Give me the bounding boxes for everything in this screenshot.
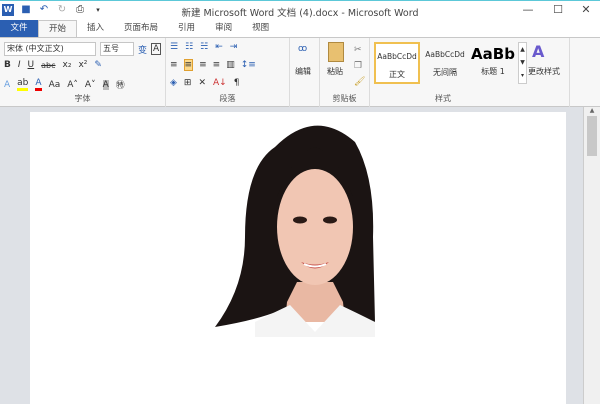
vertical-scrollbar[interactable]: ▲ <box>583 107 600 404</box>
shading-icon[interactable]: ◈ <box>170 78 177 88</box>
scroll-up-icon[interactable]: ▲ <box>584 107 600 114</box>
subscript-icon[interactable]: x₂ <box>63 60 72 70</box>
phonetic-guide-icon[interactable]: 变 <box>138 43 147 56</box>
minimize-button[interactable]: — <box>518 3 538 17</box>
document-area <box>0 107 600 412</box>
font-group: 宋体 (中文正文) 五号 变 A BIU abc x₂ x² ✎ A ab A A… <box>0 38 166 107</box>
sort-icon[interactable]: A↓ <box>213 78 227 88</box>
portrait-photo[interactable] <box>215 117 415 337</box>
bullets-icon[interactable]: ☰ <box>170 42 178 52</box>
tab-file[interactable]: 文件 <box>0 20 38 38</box>
font-size-select[interactable]: 五号 <box>100 42 134 56</box>
paste-button[interactable]: 粘贴 <box>327 66 343 77</box>
styles-group: AaBbCcDd 正文 AaBbCcDd 无间隔 AaBb 标题 1 ▲ ▼ ▾ A… <box>370 38 570 107</box>
document-page[interactable] <box>30 112 566 412</box>
style-no-spacing[interactable]: AaBbCcDd 无间隔 <box>422 42 468 84</box>
line-spacing-icon[interactable]: ↕≡ <box>241 60 256 70</box>
style-preview: AaBbCcDd <box>425 50 465 59</box>
italic-icon[interactable]: I <box>18 60 21 70</box>
align-center-icon[interactable]: ≡ <box>183 59 194 71</box>
clipboard-small-icons: ✂ ❐ 🖌 <box>354 42 365 90</box>
underline-icon[interactable]: U <box>28 60 35 70</box>
style-name: 正文 <box>389 70 405 79</box>
highlight-icon[interactable]: ab <box>17 78 29 91</box>
window-title: 新建 Microsoft Word 文档 (4).docx - Microsof… <box>181 8 419 19</box>
close-button[interactable]: ✕ <box>576 3 596 17</box>
find-icon: ꝏ <box>298 44 308 54</box>
text-effects-icon[interactable]: A <box>4 80 10 90</box>
grow-font-icon[interactable]: A˄ <box>67 80 78 90</box>
multilevel-list-icon[interactable]: ☵ <box>200 42 208 52</box>
editing-group[interactable]: ꝏ 编辑 <box>290 38 320 107</box>
ribbon: 宋体 (中文正文) 五号 变 A BIU abc x₂ x² ✎ A ab A A… <box>0 37 600 107</box>
chinese-layout-icon[interactable]: ✕ <box>198 78 206 88</box>
bold-icon[interactable]: B <box>4 60 11 70</box>
borders-icon[interactable]: ⊞ <box>184 78 192 88</box>
maximize-button[interactable]: ☐ <box>548 3 568 17</box>
tab-page-layout[interactable]: 页面布局 <box>114 20 168 38</box>
decrease-indent-icon[interactable]: ⇤ <box>215 42 223 52</box>
style-heading-1[interactable]: AaBb 标题 1 <box>470 42 516 84</box>
ribbon-tabs: 文件 开始 插入 页面布局 引用 审阅 视图 △ ? <box>0 20 600 56</box>
paragraph-group: ☰ ☷ ☵ ⇤ ⇥ ≡ ≡ ≡ ≡ ▥ ↕≡ ◈ ⊞ ✕ A↓ ¶ 段落 <box>166 38 290 107</box>
change-styles-icon: A <box>532 42 545 61</box>
tab-review[interactable]: 审阅 <box>205 20 242 38</box>
tab-view[interactable]: 视图 <box>242 20 279 38</box>
numbering-icon[interactable]: ☷ <box>185 42 193 52</box>
style-normal[interactable]: AaBbCcDd 正文 <box>374 42 420 84</box>
change-case-icon[interactable]: Aa <box>49 80 61 90</box>
tab-insert[interactable]: 插入 <box>77 20 114 38</box>
distributed-icon[interactable]: ▥ <box>226 60 235 70</box>
editing-label: 编辑 <box>295 67 311 76</box>
strikethrough-icon[interactable]: abc <box>41 61 55 70</box>
copy-icon[interactable]: ❐ <box>354 58 365 74</box>
paste-icon[interactable] <box>328 42 344 62</box>
shrink-font-icon[interactable]: A˅ <box>85 80 96 90</box>
styles-scroll[interactable]: ▲ ▼ ▾ <box>518 42 527 84</box>
justify-icon[interactable]: ≡ <box>213 60 221 70</box>
title-bar: W ■ ↶ ↻ ⎙ ▾ 新建 Microsoft Word 文档 (4).doc… <box>0 0 600 20</box>
align-right-icon[interactable]: ≡ <box>199 60 207 70</box>
format-painter-icon[interactable]: 🖌 <box>354 74 365 90</box>
show-marks-icon[interactable]: ¶ <box>234 78 240 88</box>
clear-format-icon[interactable]: ✎ <box>94 60 102 70</box>
character-shading-icon[interactable]: A <box>102 79 109 90</box>
clipboard-group-label: 剪贴板 <box>332 94 357 103</box>
superscript-icon[interactable]: x² <box>78 60 87 70</box>
paragraph-group-label: 段落 <box>219 94 236 103</box>
character-border-icon[interactable]: A <box>151 43 162 55</box>
font-color-icon[interactable]: A <box>35 78 42 91</box>
style-preview: AaBb <box>471 45 515 63</box>
style-preview: AaBbCcDd <box>377 52 417 61</box>
align-left-icon[interactable]: ≡ <box>170 60 178 70</box>
style-name: 无间隔 <box>433 68 457 77</box>
enclose-characters-icon[interactable]: ㊕ <box>116 78 125 91</box>
tab-home[interactable]: 开始 <box>38 20 78 38</box>
styles-group-label: 样式 <box>435 94 451 103</box>
style-name: 标题 1 <box>481 67 505 76</box>
font-group-label: 字体 <box>74 94 91 103</box>
font-name-select[interactable]: 宋体 (中文正文) <box>4 42 96 56</box>
increase-indent-icon[interactable]: ⇥ <box>230 42 238 52</box>
cut-icon[interactable]: ✂ <box>354 42 365 58</box>
clipboard-group: 粘贴 ✂ ❐ 🖌 剪贴板 <box>320 38 370 107</box>
tab-references[interactable]: 引用 <box>168 20 205 38</box>
change-styles-button[interactable]: 更改样式 <box>528 66 560 77</box>
scroll-thumb[interactable] <box>587 116 597 156</box>
